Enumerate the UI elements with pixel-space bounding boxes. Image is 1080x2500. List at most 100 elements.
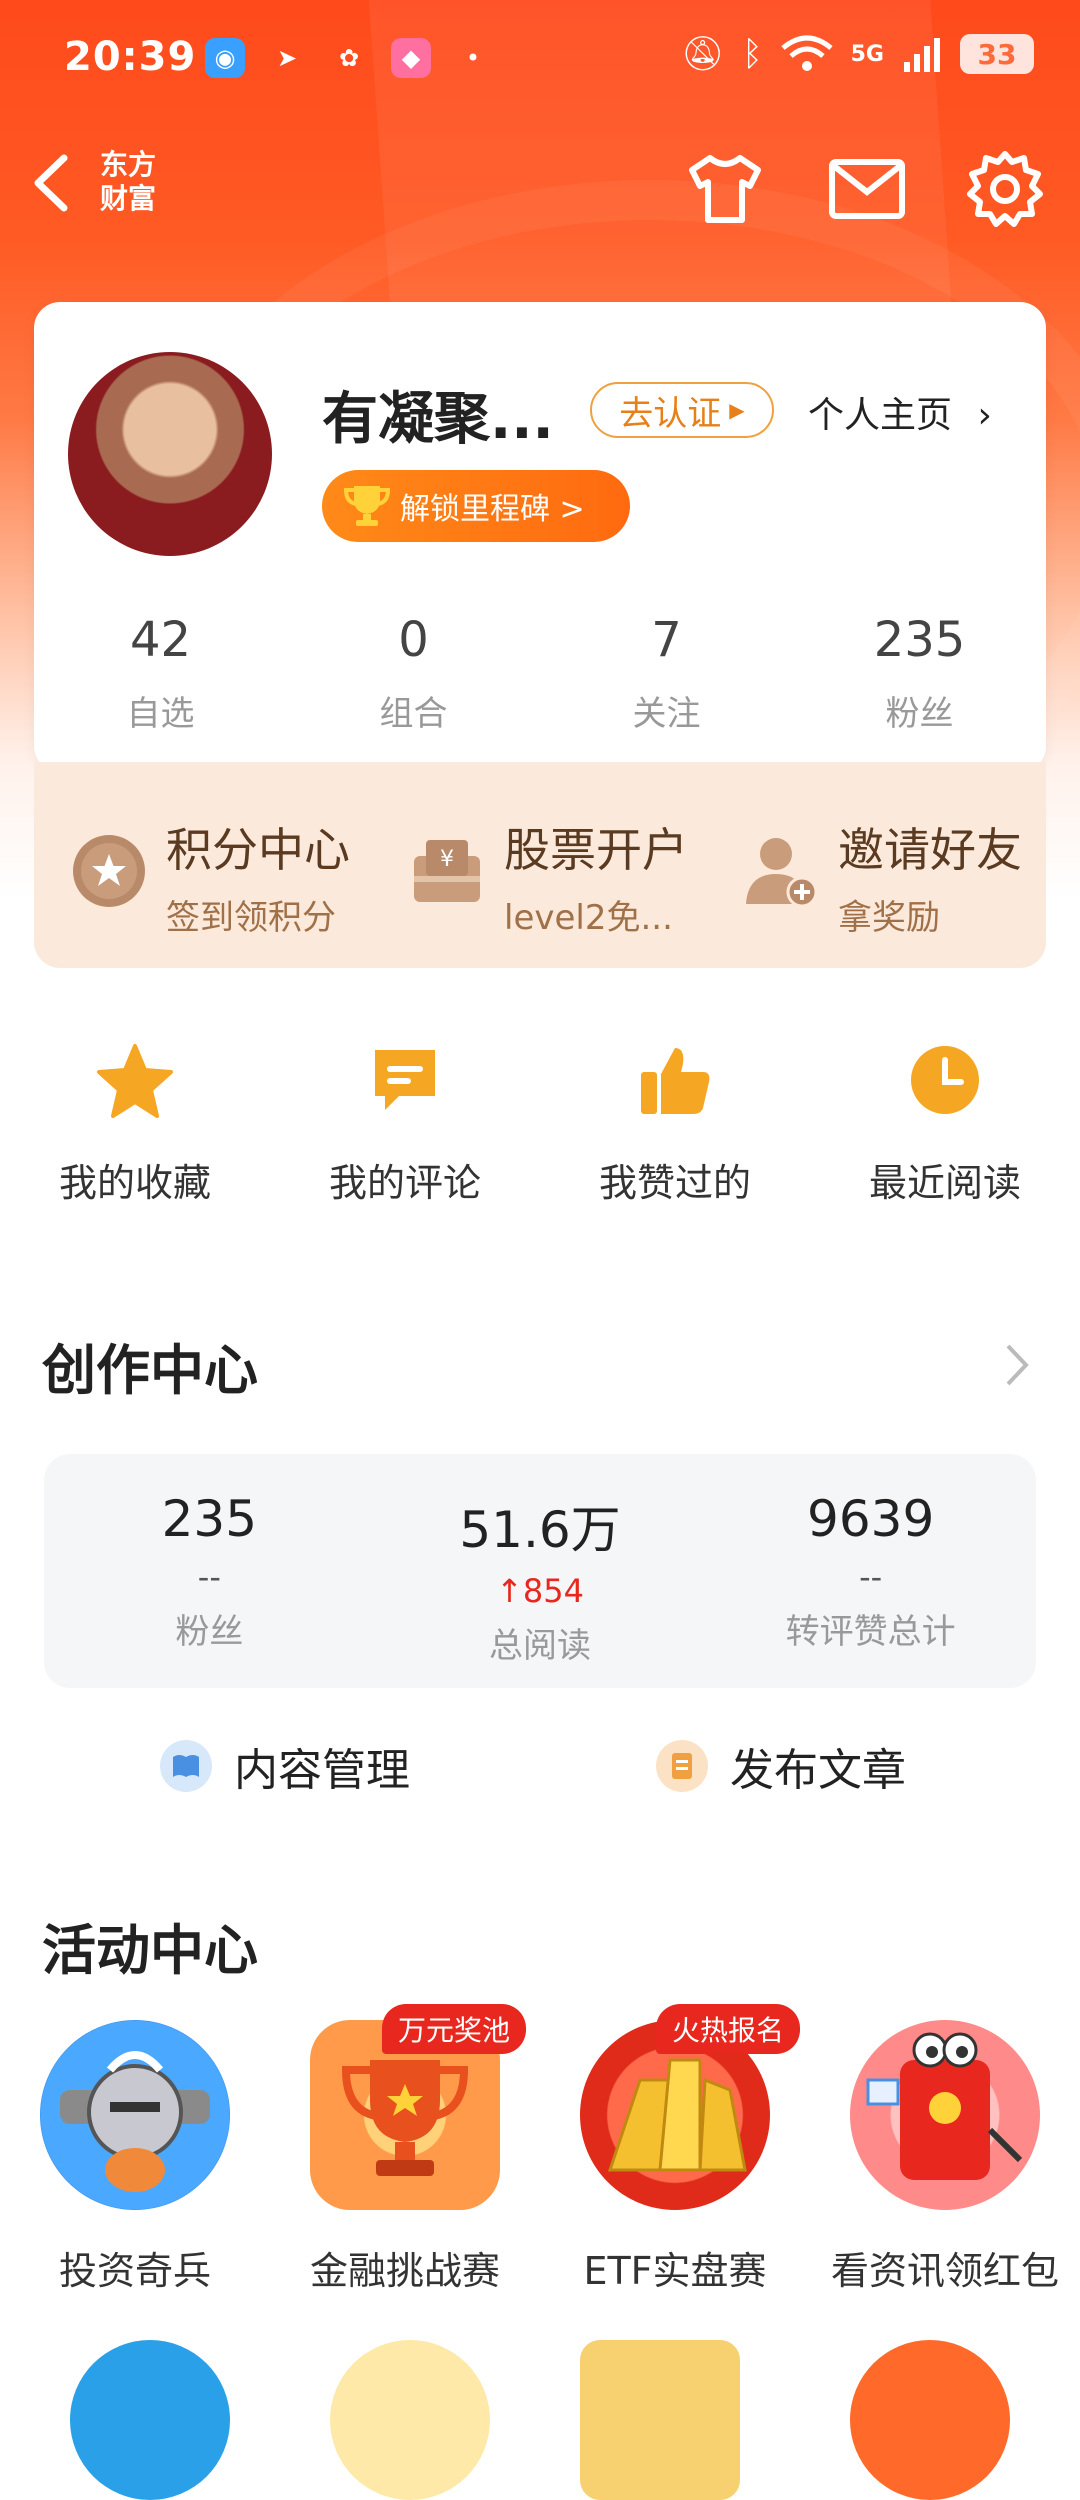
stat-label: 粉丝 xyxy=(885,694,954,734)
quick-entries: 我的收藏 我的评论 我赞过的 最近阅读 xyxy=(0,1040,1080,1220)
verify-button[interactable]: 去认证 ▶ xyxy=(590,382,774,438)
user-name[interactable]: 有凝聚... xyxy=(322,374,554,455)
stat-followers[interactable]: 235 粉丝 xyxy=(793,612,1046,735)
entry-label: 我的收藏 xyxy=(58,1161,211,1205)
system-indicators: 🔕︎ ᛒ 5G 33 xyxy=(681,34,1034,74)
activity-list: 投资奇兵 万元奖池 金融挑战赛 火热报名 ETF实盘赛 看资讯领红包 xyxy=(0,2004,1080,2295)
homepage-label: 个人主页 xyxy=(808,395,953,436)
milestone-label: 解锁里程碑 > xyxy=(400,492,585,527)
activity-tag: 火热报名 xyxy=(655,2004,800,2054)
book-glyph xyxy=(173,1755,199,1777)
my-likes-entry[interactable]: 我赞过的 xyxy=(540,1040,810,1220)
comment-icon xyxy=(375,1050,435,1110)
add-user-icon xyxy=(746,838,818,908)
back-arrow-icon[interactable] xyxy=(24,148,84,218)
wifi-icon xyxy=(781,35,833,71)
creator-stat-reads[interactable]: 51.6万 ↑854 总阅读 xyxy=(375,1454,706,1688)
creator-stat-value: 235 xyxy=(161,1490,258,1548)
star-badge-icon xyxy=(73,835,145,907)
homepage-link[interactable]: 个人主页 › xyxy=(808,386,992,438)
browser-app-icon: ◉ xyxy=(205,38,245,78)
stat-label: 自选 xyxy=(126,694,195,734)
activity-label: 投资奇兵 xyxy=(58,2249,211,2293)
creator-stat-value: 9639 xyxy=(807,1490,935,1548)
mute-icon: 🔕︎ xyxy=(681,34,725,74)
shirt-icon[interactable] xyxy=(680,144,770,234)
creator-stat-value: 51.6万 xyxy=(459,1501,621,1559)
mail-icon[interactable] xyxy=(822,144,912,234)
creator-stat-delta: ↑854 xyxy=(375,1572,706,1610)
gear-icon[interactable] xyxy=(960,144,1050,234)
stat-label: 关注 xyxy=(632,694,701,734)
creator-center-title: 创作中心 xyxy=(42,1339,258,1402)
stat-portfolio[interactable]: 0 组合 xyxy=(287,612,540,735)
knight-mascot-art xyxy=(60,2051,210,2192)
activity-tag: 万元奖池 xyxy=(381,2004,526,2054)
yuan-box-icon: ¥ xyxy=(414,840,480,902)
activity-thumb-icon[interactable] xyxy=(850,2340,1010,2500)
creator-stat-engagement[interactable]: 9639 -- 转评赞总计 xyxy=(705,1454,1036,1688)
shopping-app-icon: ◆ xyxy=(391,38,431,78)
chevron-right-icon[interactable] xyxy=(1002,1340,1032,1390)
stat-value: 42 xyxy=(129,612,192,668)
red-packet-art xyxy=(866,2032,1023,2180)
document-glyph xyxy=(672,1753,692,1779)
recent-reading-entry[interactable]: 最近阅读 xyxy=(810,1040,1080,1220)
activity-item-finance-challenge[interactable]: 万元奖池 金融挑战赛 xyxy=(270,2004,540,2295)
my-comments-entry[interactable]: 我的评论 xyxy=(270,1040,540,1220)
stat-watchlist[interactable]: 42 自选 xyxy=(34,612,287,735)
star-icon xyxy=(97,1044,173,1118)
notification-icons: ◉ ➤ ✿ ◆ • xyxy=(205,38,493,78)
brand-logo: 东方 财富 xyxy=(100,148,156,216)
publish-article-button[interactable]: 发布文章 xyxy=(656,1736,906,1796)
activity-center-title: 活动中心 xyxy=(42,1919,258,1982)
activity-item-news-red-packet[interactable]: 看资讯领红包 xyxy=(810,2020,1080,2295)
status-bar: 20:39 ◉ ➤ ✿ ◆ • 🔕︎ ᛒ 5G 33 xyxy=(0,0,1080,120)
action-label: 发布文章 xyxy=(730,1745,906,1796)
creator-stats-box: 235 -- 粉丝 51.6万 ↑854 总阅读 9639 -- 转评赞总计 xyxy=(44,1454,1036,1688)
signal-icon xyxy=(904,38,940,72)
network-type: 5G xyxy=(850,41,884,67)
stat-value: 0 xyxy=(398,612,429,668)
more-dot-icon: • xyxy=(465,44,481,72)
bluetooth-icon: ᛒ xyxy=(742,34,763,74)
profile-card: 有凝聚... 去认证 ▶ 个人主页 › 解锁里程碑 > 42 自选 0 组合 7… xyxy=(34,302,1046,772)
activity-item-etf-contest[interactable]: 火热报名 ETF实盘赛 xyxy=(540,2004,810,2295)
activity-label: ETF实盘赛 xyxy=(583,2249,767,2293)
avatar[interactable] xyxy=(68,352,272,556)
activity-thumb-icon[interactable] xyxy=(70,2340,230,2500)
activity-next-row xyxy=(0,2340,1080,2500)
creator-stat-delta: -- xyxy=(859,1558,883,1596)
thumbs-up-icon xyxy=(641,1048,710,1114)
app-grid-icon: ✿ xyxy=(338,44,360,72)
creator-stat-label: 转评赞总计 xyxy=(785,1612,956,1652)
stat-value: 7 xyxy=(651,612,682,668)
entry-label: 我赞过的 xyxy=(598,1161,751,1205)
activity-label: 看资讯领红包 xyxy=(830,2249,1059,2293)
benefit-title: 股票开户 xyxy=(504,823,688,877)
activity-item-invest-soldier[interactable]: 投资奇兵 xyxy=(0,2020,270,2295)
my-favorites-entry[interactable]: 我的收藏 xyxy=(0,1040,270,1220)
milestone-button[interactable]: 解锁里程碑 > xyxy=(322,470,630,542)
paper-plane-icon: ➤ xyxy=(276,44,298,72)
activity-thumb-icon[interactable] xyxy=(580,2340,740,2500)
benefit-subtitle: 签到领积分 xyxy=(166,898,336,938)
content-management-button[interactable]: 内容管理 xyxy=(160,1736,410,1796)
battery-indicator: 33 xyxy=(960,34,1034,74)
trophy-icon: 万元奖池 xyxy=(310,2004,526,2210)
delta-value: 854 xyxy=(522,1572,584,1610)
stat-label: 组合 xyxy=(379,694,448,734)
brand-line-2: 财富 xyxy=(100,182,157,215)
chevron-right-icon: › xyxy=(977,395,992,436)
stat-value: 235 xyxy=(873,612,966,668)
trophy-icon xyxy=(343,486,391,526)
activity-thumb-icon[interactable] xyxy=(330,2340,490,2500)
benefits-strip: 积分中心 签到领积分 ¥ 股票开户 level2免... 邀请好友 拿奖励 xyxy=(34,762,1046,968)
stat-following[interactable]: 7 关注 xyxy=(540,612,793,735)
play-arrow-icon: ▶ xyxy=(729,398,745,422)
creator-stat-followers[interactable]: 235 -- 粉丝 xyxy=(44,1454,375,1688)
document-icon xyxy=(656,1740,708,1792)
action-label: 内容管理 xyxy=(234,1745,410,1796)
benefit-subtitle: 拿奖励 xyxy=(838,898,940,938)
verify-label: 去认证 xyxy=(619,393,722,434)
